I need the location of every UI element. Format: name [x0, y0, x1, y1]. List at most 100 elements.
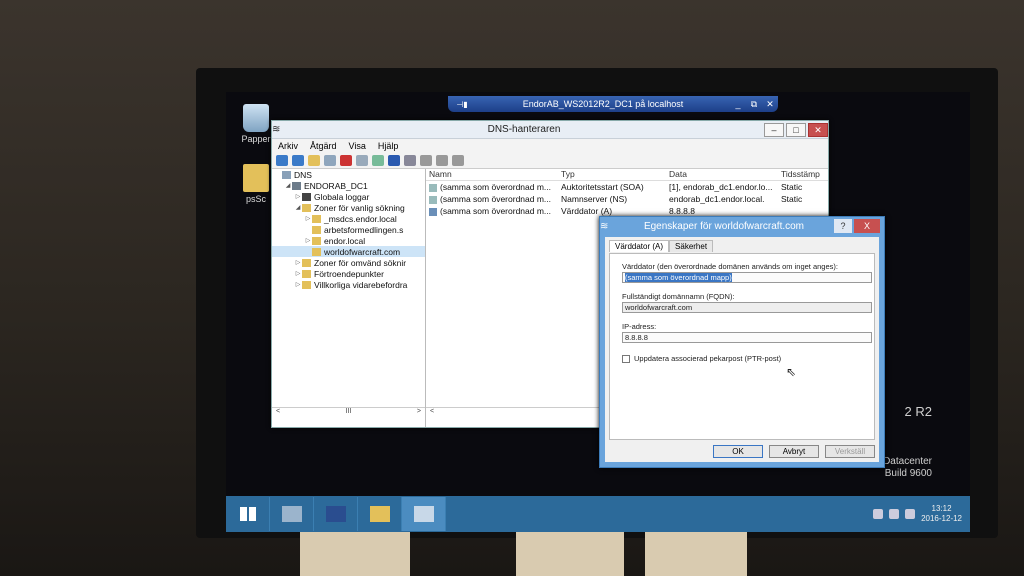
action-center-icon[interactable]	[873, 509, 884, 519]
fqdn-label: Fullständigt domännamn (FQDN):	[622, 292, 735, 301]
tree-item-zone[interactable]: ▷ _msdcs.endor.local	[272, 213, 425, 224]
column-header-type[interactable]: Typ	[558, 169, 666, 180]
taskbar-explorer[interactable]	[358, 497, 402, 531]
expand-arrow-icon[interactable]: ▷	[294, 259, 302, 266]
tab-security[interactable]: Säkerhet	[669, 240, 714, 252]
folder-icon	[243, 164, 269, 192]
rdp-connection-bar: ⊣▮ EndorAB_WS2012R2_DC1 på localhost _ ⧉…	[448, 96, 778, 112]
tree-item-label: DNS	[294, 169, 312, 180]
expand-arrow-icon[interactable]: ▷	[304, 237, 312, 244]
taskbar-powershell[interactable]	[314, 497, 358, 531]
watermark-build: Build 9600	[884, 468, 932, 479]
rdp-close-button[interactable]: ✕	[762, 99, 778, 110]
back-icon[interactable]	[276, 155, 288, 166]
help-button[interactable]: ?	[834, 219, 852, 233]
clock-date: 2016-12-12	[921, 514, 962, 523]
network-icon[interactable]	[889, 509, 900, 519]
up-folder-icon[interactable]	[308, 155, 320, 166]
help-icon[interactable]	[388, 155, 400, 166]
tree-item-label: Zoner för omvänd söknir	[314, 257, 407, 268]
cancel-button[interactable]: Avbryt	[769, 445, 819, 458]
host-field[interactable]: (samma som överordnad mapp)	[622, 272, 872, 283]
tab-panel-host: Värddator (den överordnade domänen använ…	[609, 253, 875, 440]
properties-dialog: ≋ Egenskaper för worldofwarcraft.com ? X…	[599, 216, 885, 468]
tree-item-zone-selected[interactable]: worldofwarcraft.com	[272, 246, 425, 257]
ip-address-field[interactable]: 8.8.8.8	[622, 332, 872, 343]
rdp-minimize-button[interactable]: _	[730, 99, 746, 109]
expand-arrow-icon[interactable]: ▷	[294, 281, 302, 288]
dialog-close-button[interactable]: X	[854, 219, 880, 233]
maximize-button[interactable]: □	[786, 122, 806, 137]
tree-item-trust-points[interactable]: ▷ Förtroendepunkter	[272, 268, 425, 279]
column-header-timestamp[interactable]: Tidsstämp	[778, 169, 828, 180]
window-titlebar[interactable]: ≋ DNS-hanteraren – □ ✕	[272, 121, 828, 139]
tree-item-conditional-forwarders[interactable]: ▷ Villkorliga vidarebefordra	[272, 279, 425, 290]
tree-item-zone[interactable]: arbetsformedlingen.s	[272, 224, 425, 235]
recycle-bin-icon	[243, 104, 269, 132]
clock[interactable]: 13:12 2016-12-12	[921, 504, 962, 524]
column-header-data[interactable]: Data	[666, 169, 778, 180]
tree-item-label: Villkorliga vidarebefordra	[314, 279, 408, 290]
taskbar-dns-manager[interactable]	[402, 497, 446, 531]
view-icon[interactable]	[404, 155, 416, 166]
tree-horizontal-scrollbar[interactable]: < III >	[272, 407, 425, 417]
tree-item-label: _msdcs.endor.local	[324, 213, 397, 224]
menu-visa[interactable]: Visa	[349, 141, 366, 151]
fqdn-field[interactable]: worldofwarcraft.com	[622, 302, 872, 313]
tree-item-zone[interactable]: ▷ endor.local	[272, 235, 425, 246]
menu-atgard[interactable]: Åtgärd	[310, 141, 337, 151]
ok-button[interactable]: OK	[713, 445, 763, 458]
start-button[interactable]	[226, 497, 270, 531]
export-icon[interactable]	[372, 155, 384, 166]
tab-host-a[interactable]: Värddator (A)	[609, 240, 670, 252]
host-field-value: (samma som överordnad mapp)	[625, 273, 732, 282]
tree-item-dns[interactable]: DNS	[272, 169, 425, 180]
dialog-app-icon: ≋	[600, 220, 609, 232]
expand-arrow-icon[interactable]: ▷	[294, 193, 302, 200]
close-button[interactable]: ✕	[808, 122, 828, 137]
file-explorer-icon	[369, 506, 390, 522]
scroll-right-icon[interactable]: >	[417, 408, 421, 417]
dialog-titlebar[interactable]: ≋ Egenskaper för worldofwarcraft.com ? X	[600, 217, 884, 235]
taskbar-server-manager[interactable]	[270, 497, 314, 531]
system-tray: 13:12 2016-12-12	[873, 504, 970, 524]
ptr-checkbox[interactable]	[622, 354, 630, 363]
menu-hjalp[interactable]: Hjälp	[378, 141, 399, 151]
record-name: (samma som överordnad m...	[440, 182, 552, 192]
menu-arkiv[interactable]: Arkiv	[278, 141, 298, 151]
minimize-button[interactable]: –	[764, 122, 784, 137]
server-icon[interactable]	[420, 155, 432, 166]
properties-icon[interactable]	[356, 155, 368, 166]
apply-button[interactable]: Verkställ	[825, 445, 875, 458]
expand-arrow-icon[interactable]: ▷	[304, 215, 312, 222]
scroll-left-icon[interactable]: <	[276, 408, 280, 417]
show-tree-icon[interactable]	[324, 155, 336, 166]
tree-item-forward-zones[interactable]: ◢ Zoner för vanlig sökning	[272, 202, 425, 213]
tree-item-reverse-zones[interactable]: ▷ Zoner för omvänd söknir	[272, 257, 425, 268]
tree-item-label: endor.local	[324, 235, 366, 246]
log-icon	[302, 192, 311, 201]
collapse-arrow-icon[interactable]: ◢	[294, 204, 302, 211]
clock-time: 13:12	[931, 504, 952, 513]
speaker-icon[interactable]	[905, 509, 916, 519]
forward-icon[interactable]	[292, 155, 304, 166]
dns-icon	[282, 170, 291, 179]
tree-item-server[interactable]: ◢ ENDORAB_DC1	[272, 180, 425, 191]
column-header-name[interactable]: Namn	[426, 169, 558, 180]
pin-icon[interactable]: ⊣▮	[448, 100, 476, 109]
delete-icon[interactable]	[340, 155, 352, 166]
record-icon	[429, 195, 437, 204]
expand-arrow-icon[interactable]: ▷	[294, 270, 302, 277]
scroll-thumb[interactable]: III	[346, 408, 352, 417]
console-tree: DNS ◢ ENDORAB_DC1 ▷ Globala loggar ◢ Zon…	[272, 169, 426, 427]
zone-icon[interactable]	[436, 155, 448, 166]
rdp-restore-button[interactable]: ⧉	[746, 99, 762, 110]
ptr-checkbox-row[interactable]: Uppdatera associerad pekarpost (PTR-post…	[622, 354, 781, 363]
tree-item-label: Globala loggar	[314, 191, 370, 202]
tree-item-global-logs[interactable]: ▷ Globala loggar	[272, 191, 425, 202]
scroll-left-icon[interactable]: <	[430, 408, 434, 417]
table-row[interactable]: (samma som överordnad m... Namnserver (N…	[426, 193, 828, 205]
record-icon[interactable]	[452, 155, 464, 166]
table-row[interactable]: (samma som överordnad m... Auktoritetsst…	[426, 181, 828, 193]
collapse-arrow-icon[interactable]: ◢	[284, 182, 292, 189]
